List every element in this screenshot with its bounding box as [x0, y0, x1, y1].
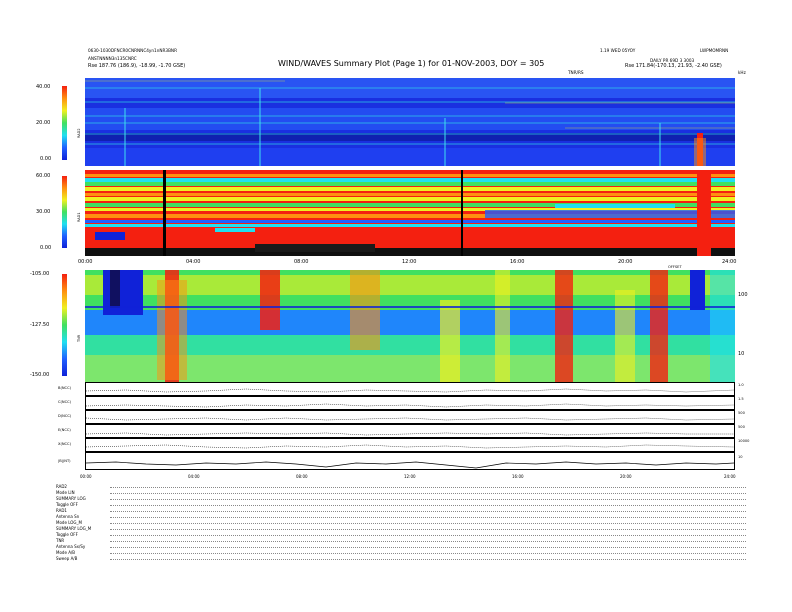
- line-panel-c: [85, 396, 735, 410]
- rad2-svg: [85, 78, 735, 166]
- header-right-line2: LWPMOMRNN: [700, 48, 729, 53]
- rad1-label: RAD1: [77, 212, 81, 222]
- line-panel-b: [85, 382, 735, 396]
- rad2-colorbar: [62, 86, 67, 160]
- tnr-right-tick-10: 10: [738, 351, 745, 357]
- tnr-cbar-tick-top: -105.00: [30, 271, 50, 277]
- header-right-line4: Rse 171.84(-170.13, 21.93, -2.40 GSE): [625, 63, 722, 69]
- bmag-right-tick-top: 10: [738, 455, 743, 459]
- line-panel-e: [85, 424, 735, 438]
- b-right-tick-top: 1.0: [738, 383, 744, 387]
- offset-label: OFFSET: [668, 265, 682, 269]
- rad1-cbar-tick-top: 60.00: [36, 173, 51, 179]
- time-tick-3: 12:00: [402, 259, 417, 265]
- bottom-time-tick-6: 24:00: [724, 474, 736, 479]
- bottom-time-tick-4: 16:00: [512, 474, 524, 479]
- time-tick-2: 08:00: [294, 259, 309, 265]
- line-label-bmag: |B|(NT): [58, 459, 71, 463]
- rad2-cbar-tick-top: 40.00: [36, 84, 51, 90]
- tnr-colorbar: [62, 274, 67, 376]
- x-right-tick-top: 10000: [738, 439, 750, 443]
- line-panel-x: [85, 438, 735, 452]
- line-panel-d: [85, 410, 735, 424]
- rad1-cbar-tick-bottom: 0.00: [40, 245, 52, 251]
- header-left-line2: ANSTNNNN3n135CNRC: [88, 56, 137, 61]
- tnr-svg: [85, 270, 735, 382]
- bottom-time-tick-0: 00:00: [80, 474, 92, 479]
- rad2-spectrogram: [85, 78, 735, 166]
- tnr-spectrogram: [85, 270, 735, 382]
- tnr-cbar-tick-mid: -127.50: [30, 322, 50, 328]
- bottom-time-tick-1: 04:00: [188, 474, 200, 479]
- khz-label: kHz: [738, 70, 746, 75]
- rad2-label: RAD2: [77, 128, 81, 138]
- rad1-spectrogram: [85, 170, 735, 256]
- rad2-cbar-tick-mid: 20.00: [36, 120, 51, 126]
- tnr-right-tick-100: 100: [738, 292, 748, 298]
- tnr-label: TNR: [77, 334, 81, 342]
- line-label-e: E(NCC): [58, 428, 71, 432]
- header-left-line1: 0630-1030DFNCR0CNRNNC4yn1nNR3BNR: [88, 48, 177, 53]
- time-tick-5: 20:00: [618, 259, 633, 265]
- header-left-line3: Rse 187.76 (186.9), -18.99, -1.70 GSE): [88, 63, 186, 69]
- rad1-cbar-tick-mid: 30.00: [36, 209, 51, 215]
- tnr-cbar-tick-bottom: -150.00: [30, 372, 50, 378]
- tnr-rs-label: TNR/RS: [568, 70, 584, 75]
- rad1-colorbar: [62, 176, 67, 248]
- time-tick-6: 24:00: [722, 259, 737, 265]
- line-label-c: C(NCC): [58, 400, 72, 404]
- time-tick-4: 16:00: [510, 259, 525, 265]
- time-tick-0: 00:00: [78, 259, 93, 265]
- line-label-d: D(NCC): [58, 414, 72, 418]
- rad1-svg: [85, 170, 735, 256]
- d-right-tick-top: 500: [738, 411, 745, 415]
- line-bmag-svg: [85, 461, 735, 469]
- line-panel-bmag: [85, 452, 735, 470]
- rad2-cbar-tick-bottom: 0.00: [40, 156, 52, 162]
- bottom-time-tick-5: 20:00: [620, 474, 632, 479]
- time-tick-1: 04:00: [186, 259, 201, 265]
- bottom-time-tick-3: 12:00: [404, 474, 416, 479]
- line-label-b: B(NCC): [58, 386, 71, 390]
- e-right-tick-top: 500: [738, 425, 745, 429]
- c-right-tick-top: 1.5: [738, 397, 744, 401]
- bottom-time-tick-2: 08:00: [296, 474, 308, 479]
- info-row: Sweep A/B: [56, 556, 746, 562]
- header-right-line1: 1.19 WED 05YOY: [600, 48, 636, 53]
- line-label-x: X(NCC): [58, 442, 71, 446]
- plot-title: WIND/WAVES Summary Plot (Page 1) for 01-…: [278, 59, 545, 68]
